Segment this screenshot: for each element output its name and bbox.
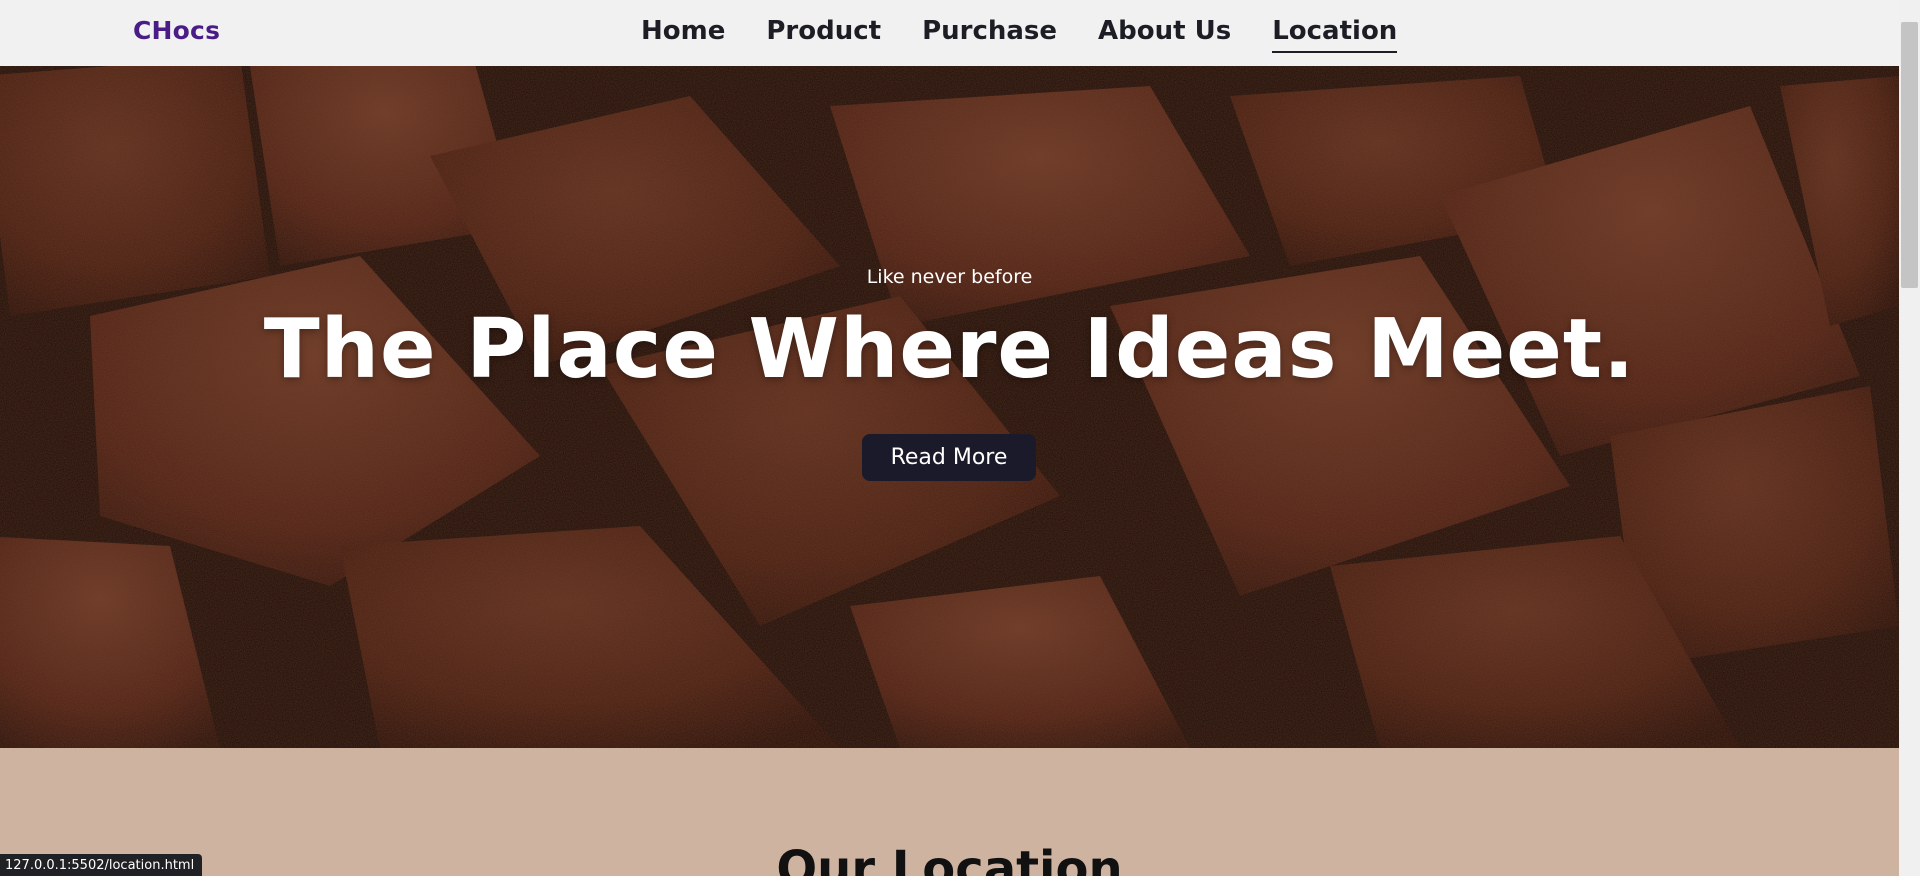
scrollbar-thumb[interactable] [1901, 22, 1918, 288]
nav-link-purchase[interactable]: Purchase [922, 14, 1057, 53]
navbar: CHocs Home Product Purchase About Us Loc… [0, 0, 1899, 66]
location-section: Our Location [0, 748, 1899, 876]
status-bar-url: 127.0.0.1:5502/location.html [0, 854, 203, 876]
vertical-scrollbar[interactable] [1899, 0, 1920, 876]
nav-link-about-us[interactable]: About Us [1098, 14, 1231, 53]
hero-kicker: Like never before [866, 266, 1033, 288]
nav-link-home[interactable]: Home [641, 14, 725, 53]
hero-title: The Place Where Ideas Meet. [263, 302, 1636, 397]
nav-link-location[interactable]: Location [1272, 14, 1398, 53]
location-title: Our Location [776, 841, 1123, 876]
read-more-button[interactable]: Read More [862, 434, 1036, 481]
nav-links: Home Product Purchase About Us Location [641, 14, 1438, 53]
brand-logo-link[interactable]: CHocs [133, 16, 220, 45]
hero-overlay [0, 66, 1899, 748]
hero-section: Like never before The Place Where Ideas … [0, 66, 1899, 748]
nav-link-product[interactable]: Product [766, 14, 881, 53]
page: CHocs Home Product Purchase About Us Loc… [0, 0, 1920, 876]
